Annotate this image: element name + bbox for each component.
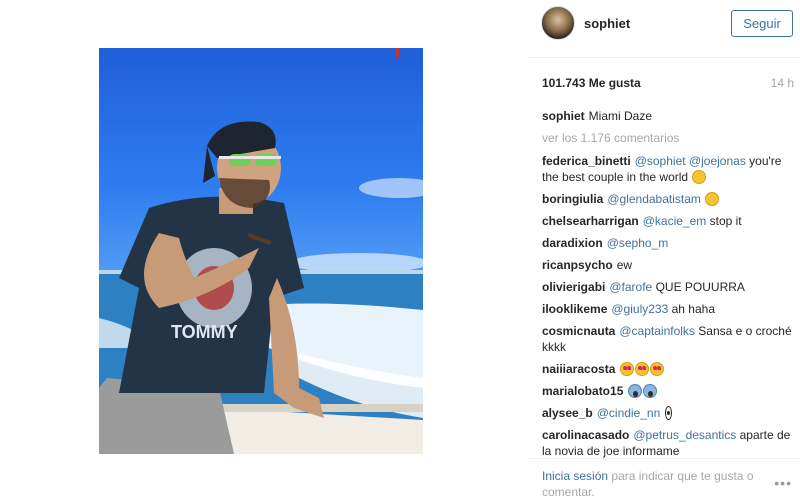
scream-emoji-icon <box>643 384 658 398</box>
comment-mention[interactable]: @joejonas <box>689 154 746 168</box>
post-photo[interactable]: TOMMY <box>99 48 423 454</box>
caption: sophiet Miami Daze <box>542 108 792 124</box>
comment-item: chelsearharrigan @kacie_em stop it <box>542 213 792 229</box>
heart-eyes-emoji-icon <box>635 362 650 376</box>
heart-eyes-emoji-icon <box>650 362 665 376</box>
comment-item: cosmicnauta @captainfolks Sansa e o croch… <box>542 323 792 355</box>
comment-item: daradixion @sepho_m <box>542 235 792 251</box>
media-area: TOMMY <box>0 0 528 496</box>
comment-username[interactable]: daradixion <box>542 236 603 250</box>
comment-mention[interactable]: @cindie_nn <box>597 406 661 420</box>
comment-mention[interactable]: @kacie_em <box>643 214 707 228</box>
post-panel: sophiet Seguir 101.743 Me gusta 14 h sop… <box>528 0 800 496</box>
comment-mention[interactable]: @petrus_desantics <box>633 428 736 442</box>
likes-count[interactable]: 101.743 Me gusta <box>542 76 641 90</box>
caption-username[interactable]: sophiet <box>542 109 585 123</box>
author-username[interactable]: sophiet <box>584 16 630 31</box>
comment-username[interactable]: naiiiaracosta <box>542 362 615 376</box>
confused-emoji-icon <box>705 192 720 206</box>
comment-item: carolinacasado @petrus_desantics aparte d… <box>542 427 792 459</box>
login-prompt: Inicia sesión para indicar que te gusta … <box>542 468 762 496</box>
comment-username[interactable]: federica_binetti <box>542 154 631 168</box>
comment-mention[interactable]: @giuly233 <box>611 302 668 316</box>
comment-mention[interactable]: @sophiet <box>635 154 686 168</box>
comment-item: boringiulia @glendabatistam <box>542 191 792 207</box>
comment-text: ew <box>616 258 633 272</box>
photo-illustration: TOMMY <box>99 48 423 454</box>
caption-text: Miami Daze <box>588 109 653 123</box>
comment-item: naiiiaracosta <box>542 361 792 377</box>
more-options-icon[interactable]: ••• <box>774 475 792 491</box>
comment-username[interactable]: carolinacasado <box>542 428 629 442</box>
scream-emoji-icon <box>628 384 643 398</box>
comment-item: federica_binetti @sophiet @joejonas you'r… <box>542 153 792 185</box>
login-link[interactable]: Inicia sesión <box>542 469 608 483</box>
comment-username[interactable]: alysee_b <box>542 406 593 420</box>
view-all-comments-link[interactable]: ver los 1.176 comentarios <box>542 130 792 146</box>
comments-list: sophiet Miami Daze ver los 1.176 comentar… <box>542 108 792 465</box>
post-footer: Inicia sesión para indicar que te gusta … <box>528 458 800 496</box>
comment-item: ricanpsycho ew <box>542 257 792 273</box>
svg-text:TOMMY: TOMMY <box>171 322 238 342</box>
post-header: sophiet Seguir <box>528 0 800 58</box>
comment-username[interactable]: chelsearharrigan <box>542 214 639 228</box>
comment-text: QUE POUURRA <box>655 280 745 294</box>
comment-username[interactable]: cosmicnauta <box>542 324 615 338</box>
comment-item: ilooklikeme @giuly233 ah haha <box>542 301 792 317</box>
eyes-emoji-icon <box>664 406 672 420</box>
grin-emoji-icon <box>692 170 707 184</box>
comment-container: federica_binetti @sophiet @joejonas you'r… <box>542 153 792 459</box>
comment-item: marialobato15 <box>542 383 792 399</box>
comment-mention[interactable]: @captainfolks <box>619 324 695 338</box>
comment-username[interactable]: ilooklikeme <box>542 302 607 316</box>
post-time[interactable]: 14 h <box>771 76 794 90</box>
comment-username[interactable]: boringiulia <box>542 192 603 206</box>
comment-username[interactable]: ricanpsycho <box>542 258 613 272</box>
heart-eyes-emoji-icon <box>620 362 635 376</box>
follow-button[interactable]: Seguir <box>731 10 793 37</box>
comment-username[interactable]: marialobato15 <box>542 384 623 398</box>
comment-mention[interactable]: @farofe <box>609 280 652 294</box>
comment-text: ah haha <box>671 302 715 316</box>
comment-mention[interactable]: @glendabatistam <box>607 192 701 206</box>
avatar[interactable] <box>541 6 575 40</box>
comment-text: stop it <box>709 214 742 228</box>
comment-item: alysee_b @cindie_nn <box>542 405 792 421</box>
comment-mention[interactable]: @sepho_m <box>607 236 669 250</box>
likes-row: 101.743 Me gusta 14 h <box>542 76 794 92</box>
comment-username[interactable]: olivierigabi <box>542 280 605 294</box>
comment-item: olivierigabi @farofe QUE POUURRA <box>542 279 792 295</box>
